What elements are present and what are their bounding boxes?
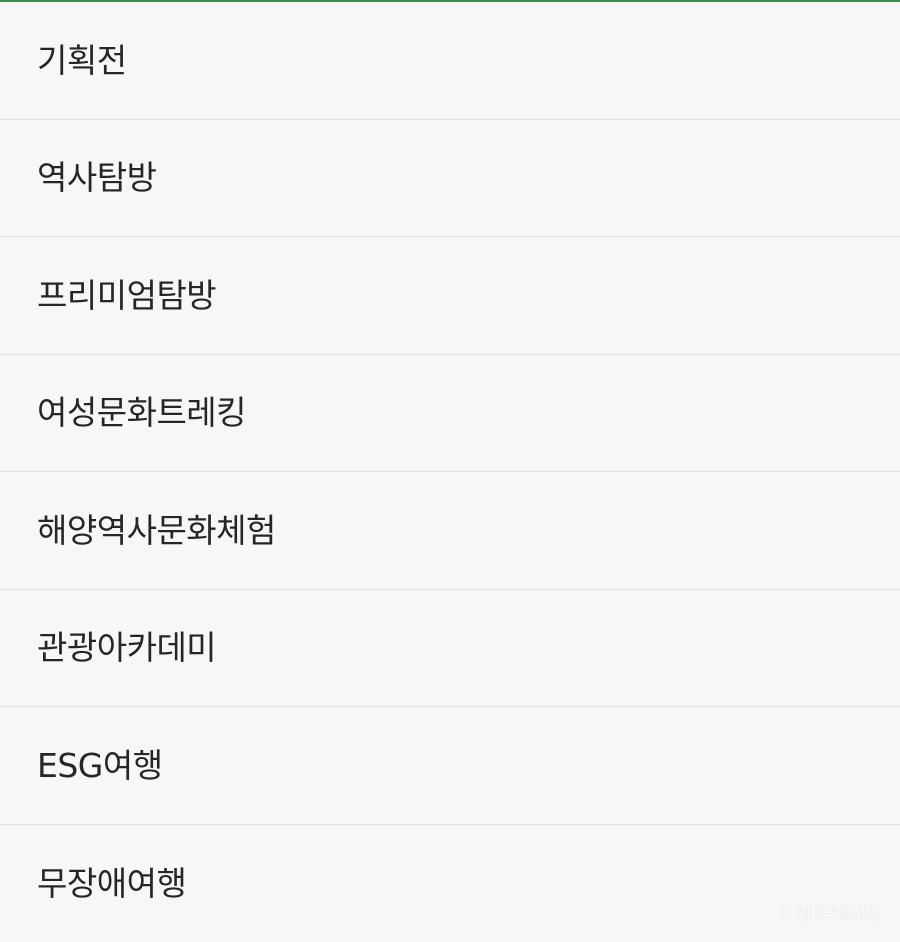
menu-item-tourism-academy[interactable]: 관광아카데미 [0,590,900,708]
menu-item-label: 여성문화트레킹 [37,396,246,429]
menu-item-label: 무장애여행 [37,867,186,900]
menu-item-label: 기획전 [37,44,127,77]
category-menu-list: 기획전 역사탐방 프리미엄탐방 여성문화트레킹 해양역사문화체험 관광아카데미 … [0,2,900,942]
menu-item-maritime-history-culture[interactable]: 해양역사문화체험 [0,472,900,590]
menu-item-label: 프리미엄탐방 [37,279,216,312]
watermark: © 엄마곰월지맘 [777,902,880,923]
menu-item-label: 역사탐방 [37,161,156,194]
menu-item-label: 관광아카데미 [37,631,216,664]
menu-item-history-tour[interactable]: 역사탐방 [0,120,900,238]
menu-item-women-culture-trekking[interactable]: 여성문화트레킹 [0,355,900,473]
menu-item-exhibition[interactable]: 기획전 [0,2,900,120]
menu-item-label: ESG여행 [37,749,163,782]
menu-item-barrier-free-travel[interactable]: 무장애여행 [0,825,900,942]
menu-item-esg-travel[interactable]: ESG여행 [0,707,900,825]
menu-item-premium-tour[interactable]: 프리미엄탐방 [0,237,900,355]
menu-item-label: 해양역사문화체험 [37,514,276,547]
